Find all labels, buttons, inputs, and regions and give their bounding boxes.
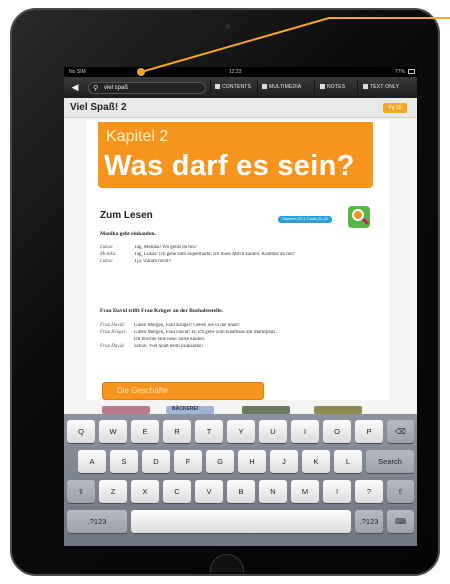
annotation-callout [137, 17, 450, 76]
